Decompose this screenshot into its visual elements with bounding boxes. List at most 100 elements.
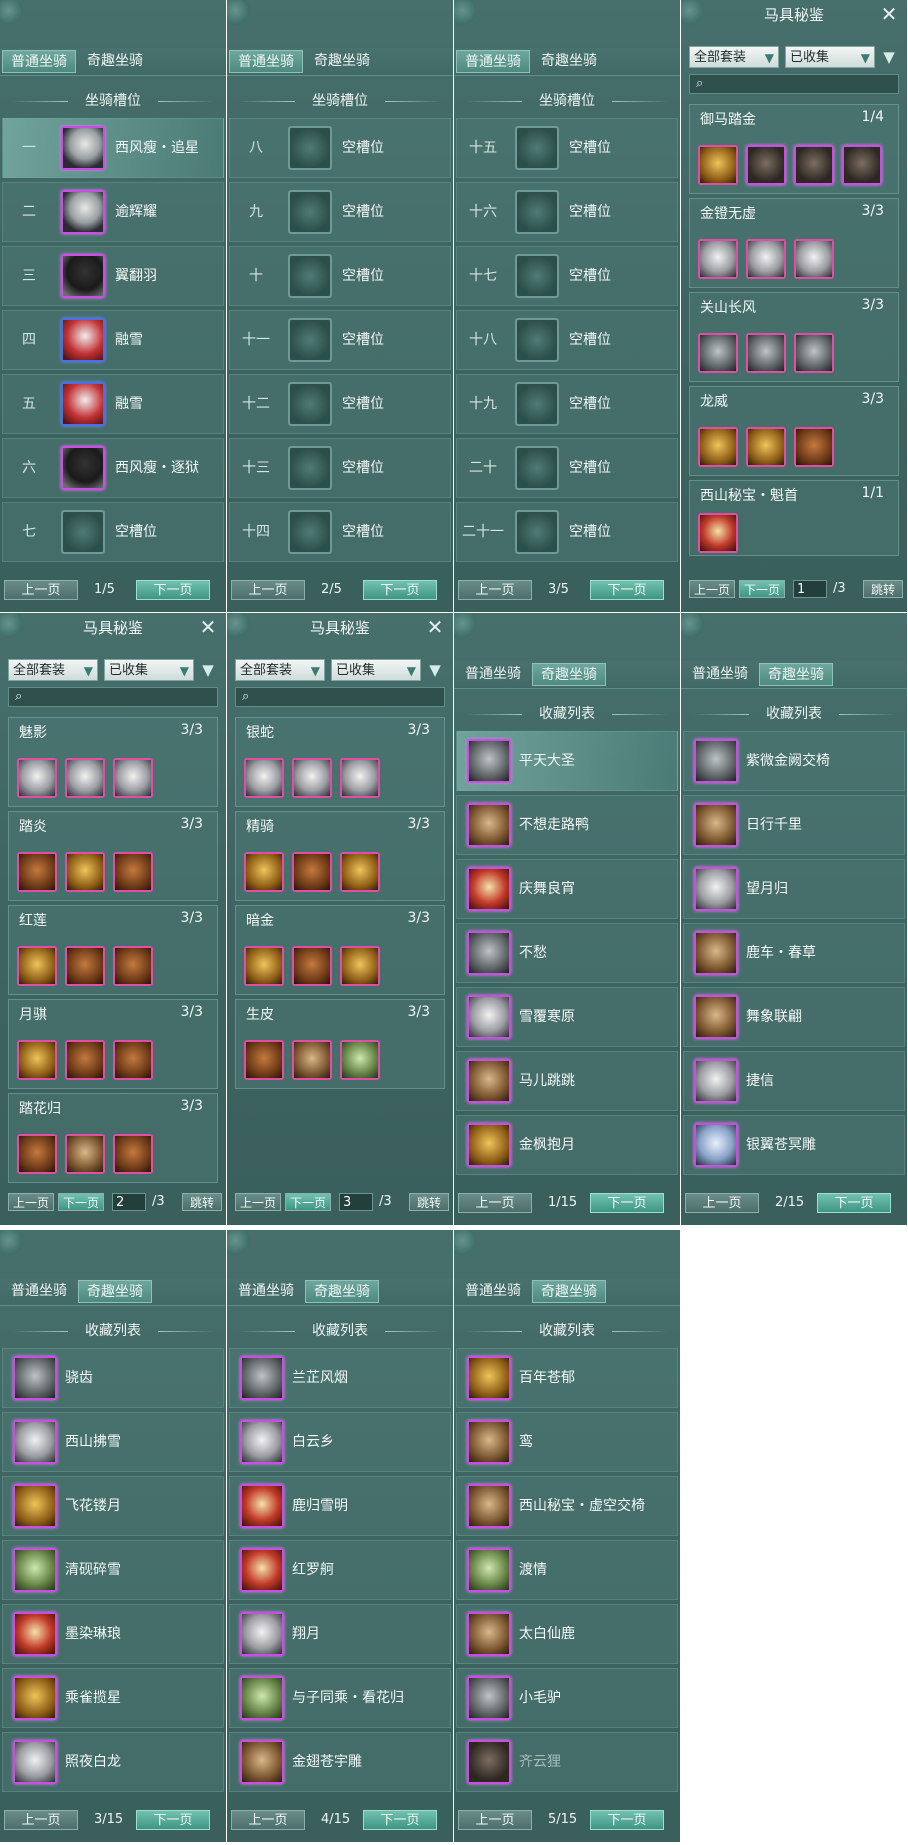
gear-piece-icon[interactable] xyxy=(113,1040,153,1080)
tab-special-mount[interactable]: 奇趣坐骑 xyxy=(78,1280,152,1303)
gear-piece-icon[interactable] xyxy=(65,946,105,986)
gear-piece-icon[interactable] xyxy=(244,1040,284,1080)
collection-row[interactable]: 飞花镂月 xyxy=(2,1476,224,1536)
gear-piece-icon[interactable] xyxy=(17,946,57,986)
prev-page-button[interactable]: 上一页 xyxy=(458,1193,532,1213)
gear-piece-icon[interactable] xyxy=(746,239,786,279)
gear-piece-icon[interactable] xyxy=(698,513,738,553)
page-number-input[interactable]: 2 xyxy=(112,1193,146,1211)
gear-piece-icon[interactable] xyxy=(244,946,284,986)
search-input[interactable]: ⌕ xyxy=(689,74,899,94)
mount-slot-row[interactable]: 二 逾辉耀 xyxy=(2,182,224,242)
gear-piece-icon[interactable] xyxy=(698,333,738,373)
tab-special-mount[interactable]: 奇趣坐骑 xyxy=(305,50,379,73)
next-page-button[interactable]: 下一页 xyxy=(58,1193,104,1211)
gear-piece-icon[interactable] xyxy=(746,145,786,185)
collection-row[interactable]: 雪覆寒原 xyxy=(456,987,678,1047)
search-input[interactable]: ⌕ xyxy=(235,687,445,707)
prev-page-button[interactable]: 上一页 xyxy=(458,580,532,600)
tab-special-mount[interactable]: 奇趣坐骑 xyxy=(532,663,606,686)
gear-piece-icon[interactable] xyxy=(842,145,882,185)
close-icon[interactable]: ✕ xyxy=(198,617,218,637)
prev-page-button[interactable]: 上一页 xyxy=(231,1810,305,1830)
gear-piece-icon[interactable] xyxy=(244,852,284,892)
gear-set-card[interactable]: 踏炎 3/3 xyxy=(8,811,218,901)
mount-slot-row[interactable]: 四 融雪 xyxy=(2,310,224,370)
mount-slot-row[interactable]: 三 翼翻羽 xyxy=(2,246,224,306)
prev-page-button[interactable]: 上一页 xyxy=(231,580,305,600)
tab-normal-mount[interactable]: 普通坐骑 xyxy=(229,1280,303,1303)
filter-funnel-icon[interactable]: ▼ xyxy=(879,46,899,68)
gear-set-card[interactable]: 踏花归 3/3 xyxy=(8,1093,218,1183)
collection-row[interactable]: 舞象联翩 xyxy=(683,987,905,1047)
collection-row[interactable]: 太白仙鹿 xyxy=(456,1604,678,1664)
owned-filter-dropdown[interactable]: 已收集 ▼ xyxy=(331,659,421,681)
gear-piece-icon[interactable] xyxy=(113,946,153,986)
owned-filter-dropdown[interactable]: 已收集 ▼ xyxy=(785,46,875,68)
prev-page-button[interactable]: 上一页 xyxy=(4,1810,78,1830)
gear-piece-icon[interactable] xyxy=(65,852,105,892)
collection-row[interactable]: 鸾 xyxy=(456,1412,678,1472)
collection-row[interactable]: 望月归 xyxy=(683,859,905,919)
tab-special-mount[interactable]: 奇趣坐骑 xyxy=(78,50,152,73)
mount-slot-row[interactable]: 十七 空槽位 xyxy=(456,246,678,306)
collection-row[interactable]: 鹿车・春草 xyxy=(683,923,905,983)
mount-slot-row[interactable]: 二十 空槽位 xyxy=(456,438,678,498)
gear-piece-icon[interactable] xyxy=(65,1134,105,1174)
prev-page-button[interactable]: 上一页 xyxy=(4,580,78,600)
next-page-button[interactable]: 下一页 xyxy=(136,580,210,600)
mount-slot-row[interactable]: 一 西风瘦・追星 xyxy=(2,118,224,178)
gear-set-card[interactable]: 红莲 3/3 xyxy=(8,905,218,995)
mount-slot-row[interactable]: 十一 空槽位 xyxy=(229,310,451,370)
page-number-input[interactable]: 1 xyxy=(793,580,827,598)
prev-page-button[interactable]: 上一页 xyxy=(235,1193,281,1211)
gear-piece-icon[interactable] xyxy=(794,333,834,373)
next-page-button[interactable]: 下一页 xyxy=(590,580,664,600)
collection-row[interactable]: 金枫抱月 xyxy=(456,1115,678,1175)
tab-normal-mount[interactable]: 普通坐骑 xyxy=(683,663,757,686)
collection-row[interactable]: 不愁 xyxy=(456,923,678,983)
set-filter-dropdown[interactable]: 全部套装 ▼ xyxy=(8,659,98,681)
gear-piece-icon[interactable] xyxy=(113,1134,153,1174)
owned-filter-dropdown[interactable]: 已收集 ▼ xyxy=(104,659,194,681)
collection-row[interactable]: 渡情 xyxy=(456,1540,678,1600)
collection-row[interactable]: 金翅苍宇雕 xyxy=(229,1732,451,1792)
next-page-button[interactable]: 下一页 xyxy=(363,1810,437,1830)
next-page-button[interactable]: 下一页 xyxy=(590,1193,664,1213)
prev-page-button[interactable]: 上一页 xyxy=(685,1193,759,1213)
gear-piece-icon[interactable] xyxy=(794,145,834,185)
collection-row[interactable]: 马儿跳跳 xyxy=(456,1051,678,1111)
jump-button[interactable]: 跳转 xyxy=(182,1193,222,1211)
set-filter-dropdown[interactable]: 全部套装 ▼ xyxy=(689,46,779,68)
gear-set-card[interactable]: 精骑 3/3 xyxy=(235,811,445,901)
gear-piece-icon[interactable] xyxy=(746,333,786,373)
gear-piece-icon[interactable] xyxy=(340,1040,380,1080)
collection-row[interactable]: 西山拂雪 xyxy=(2,1412,224,1472)
collection-row[interactable]: 鹿归雪明 xyxy=(229,1476,451,1536)
collection-row[interactable]: 庆舞良宵 xyxy=(456,859,678,919)
collection-row[interactable]: 平天大圣 xyxy=(456,731,678,791)
gear-set-card[interactable]: 暗金 3/3 xyxy=(235,905,445,995)
collection-row[interactable]: 白云乡 xyxy=(229,1412,451,1472)
mount-slot-row[interactable]: 十 空槽位 xyxy=(229,246,451,306)
gear-piece-icon[interactable] xyxy=(113,852,153,892)
gear-set-card[interactable]: 金镫无虚 3/3 xyxy=(689,198,899,288)
tab-special-mount[interactable]: 奇趣坐骑 xyxy=(305,1280,379,1303)
collection-row[interactable]: 清砚碎雪 xyxy=(2,1540,224,1600)
tab-normal-mount[interactable]: 普通坐骑 xyxy=(456,1280,530,1303)
mount-slot-row[interactable]: 十六 空槽位 xyxy=(456,182,678,242)
mount-slot-row[interactable]: 十四 空槽位 xyxy=(229,502,451,562)
prev-page-button[interactable]: 上一页 xyxy=(689,580,735,598)
tab-special-mount[interactable]: 奇趣坐骑 xyxy=(532,50,606,73)
mount-slot-row[interactable]: 九 空槽位 xyxy=(229,182,451,242)
gear-piece-icon[interactable] xyxy=(794,239,834,279)
gear-piece-icon[interactable] xyxy=(340,946,380,986)
page-number-input[interactable]: 3 xyxy=(339,1193,373,1211)
prev-page-button[interactable]: 上一页 xyxy=(458,1810,532,1830)
filter-funnel-icon[interactable]: ▼ xyxy=(425,659,445,681)
collection-row[interactable]: 与子同乘・看花归 xyxy=(229,1668,451,1728)
collection-row[interactable]: 红罗舸 xyxy=(229,1540,451,1600)
gear-piece-icon[interactable] xyxy=(17,758,57,798)
mount-slot-row[interactable]: 十二 空槽位 xyxy=(229,374,451,434)
collection-row[interactable]: 齐云狸 xyxy=(456,1732,678,1792)
